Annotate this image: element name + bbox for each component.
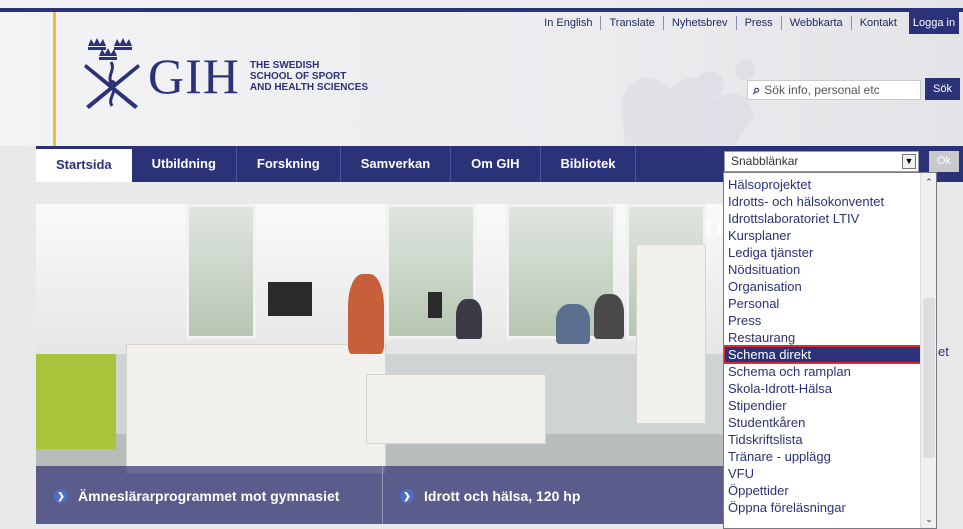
hero-photo-person bbox=[456, 299, 482, 339]
nav-tab-forskning[interactable]: Forskning bbox=[237, 146, 341, 182]
hero-caption-2: Idrott och hälsa, 120 hp bbox=[424, 488, 581, 504]
nav-tab-om-gih[interactable]: Om GIH bbox=[451, 146, 541, 182]
quicklinks-options: Hälsoprojektet Idrotts- och hälsokonvent… bbox=[724, 176, 923, 516]
quicklinks-ok-button[interactable]: Ok bbox=[929, 151, 959, 172]
quicklinks-option[interactable]: Restaurang bbox=[724, 329, 920, 346]
top-link-newsletter[interactable]: Nyhetsbrev bbox=[662, 16, 736, 30]
search-placeholder: Sök info, personal etc bbox=[764, 83, 880, 97]
quicklinks-dropdown-list[interactable]: Hälsoprojektet Idrotts- och hälsokonvent… bbox=[723, 172, 937, 529]
quicklinks-option[interactable]: Nödsituation bbox=[724, 261, 920, 278]
nav-tab-bibliotek[interactable]: Bibliotek bbox=[541, 146, 637, 182]
login-button[interactable]: Logga in bbox=[909, 12, 959, 34]
quicklinks-option[interactable]: Skola-Idrott-Hälsa bbox=[724, 380, 920, 397]
header-top-border bbox=[0, 8, 963, 12]
chevron-up-icon[interactable]: ⌃ bbox=[921, 175, 936, 189]
hero-photo-person bbox=[348, 274, 384, 354]
hero-photo-pillar bbox=[636, 244, 706, 424]
site-header: In English Translate Nyhetsbrev Press We… bbox=[0, 0, 963, 146]
hero-photo-person bbox=[556, 304, 590, 344]
arrow-right-icon: ❯ bbox=[54, 489, 68, 503]
nav-tab-startsida[interactable]: Startsida bbox=[36, 149, 132, 182]
quicklinks-option[interactable]: Press bbox=[724, 312, 920, 329]
top-link-english[interactable]: In English bbox=[536, 16, 600, 30]
logo-line-3: AND HEALTH SCIENCES bbox=[249, 81, 369, 93]
nav-tab-samverkan[interactable]: Samverkan bbox=[341, 146, 452, 182]
top-link-translate[interactable]: Translate bbox=[600, 16, 662, 30]
quicklinks-option[interactable]: Hälsoprojektet bbox=[724, 176, 920, 193]
hero-link-amneslarar[interactable]: ❯ Ämneslärarprogrammet mot gymnasiet bbox=[54, 488, 339, 504]
quicklinks-option[interactable]: VFU bbox=[724, 465, 920, 482]
site-logo[interactable]: GIH THE SWEDISH SCHOOL OF SPORT AND HEAL… bbox=[80, 36, 368, 116]
search-button[interactable]: Sök bbox=[925, 78, 960, 100]
quicklinks-option-highlighted[interactable]: Schema direkt bbox=[724, 345, 923, 364]
crown-emblem-icon bbox=[84, 38, 140, 109]
quicklinks-option[interactable]: Organisation bbox=[724, 278, 920, 295]
quicklinks-option[interactable]: Öppna föreläsningar bbox=[724, 499, 920, 516]
nav-tab-utbildning[interactable]: Utbildning bbox=[132, 146, 237, 182]
hero-photo-monitor bbox=[268, 282, 312, 316]
hero-caption-bar: ❯ Ämneslärarprogrammet mot gymnasiet ❯ I… bbox=[36, 466, 724, 524]
quicklinks-option[interactable]: Idrotts- och hälsokonventet bbox=[724, 193, 920, 210]
quicklinks-option[interactable]: Schema och ramplan bbox=[724, 363, 920, 380]
quicklinks-selected-value: Snabblänkar bbox=[731, 154, 799, 168]
chevron-down-icon[interactable]: ⌄ bbox=[921, 512, 936, 526]
quicklinks-option[interactable]: Tidskriftslista bbox=[724, 431, 920, 448]
quicklinks-option[interactable]: Kursplaner bbox=[724, 227, 920, 244]
quicklinks-option[interactable]: Lediga tjänster bbox=[724, 244, 920, 261]
quicklinks-option[interactable]: Stipendier bbox=[724, 397, 920, 414]
top-link-press[interactable]: Press bbox=[735, 16, 781, 30]
logo-line-2: SCHOOL OF SPORT bbox=[249, 70, 347, 82]
hero-photo-window bbox=[186, 204, 256, 339]
hero-photo-counter bbox=[126, 344, 386, 474]
quicklinks-option[interactable]: Tränare - upplägg bbox=[724, 448, 920, 465]
quicklinks-option[interactable]: Idrottslaboratoriet LTIV bbox=[724, 210, 920, 227]
hero-caption-divider bbox=[382, 466, 383, 524]
quicklinks-option[interactable]: Personal bbox=[724, 295, 920, 312]
quicklinks-select[interactable]: Snabblänkar ▼ bbox=[724, 151, 919, 172]
top-links: In English Translate Nyhetsbrev Press We… bbox=[536, 16, 905, 30]
search-icon: ⌕ bbox=[753, 82, 761, 97]
top-link-contact[interactable]: Kontakt bbox=[850, 16, 905, 30]
hero-caption-1: Ämneslärarprogrammet mot gymnasiet bbox=[78, 488, 340, 504]
top-link-sitemap[interactable]: Webbkarta bbox=[780, 16, 851, 30]
scrollbar-thumb[interactable] bbox=[923, 298, 935, 458]
logo-wordmark: GIH bbox=[148, 48, 240, 104]
chevron-down-icon[interactable]: ▼ bbox=[902, 154, 916, 169]
search-input[interactable]: ⌕ Sök info, personal etc bbox=[747, 80, 921, 100]
hero-photo-desk bbox=[366, 374, 546, 444]
hero-slideshow[interactable]: ❚❚ ❯ Ämneslärarprogrammet mot gymnasiet … bbox=[36, 204, 724, 524]
logo-line-1: THE SWEDISH bbox=[249, 59, 320, 71]
header-gold-line bbox=[53, 12, 56, 146]
sidebar-text-fragment: et bbox=[938, 344, 949, 359]
hero-photo-green-cabinet bbox=[36, 354, 116, 449]
arrow-right-icon: ❯ bbox=[400, 489, 414, 503]
hero-photo-monitor bbox=[428, 292, 442, 318]
hero-photo-person bbox=[594, 294, 624, 339]
dropdown-scrollbar[interactable]: ⌃ ⌄ bbox=[920, 173, 936, 528]
quicklinks-option[interactable]: Studentkåren bbox=[724, 414, 920, 431]
quicklinks-option[interactable]: Öppettider bbox=[724, 482, 920, 499]
logo-tagline: THE SWEDISH SCHOOL OF SPORT AND HEALTH S… bbox=[250, 60, 368, 93]
hero-link-idrott-halsa[interactable]: ❯ Idrott och hälsa, 120 hp bbox=[400, 488, 580, 504]
pause-icon[interactable]: ❚❚ bbox=[702, 218, 724, 235]
